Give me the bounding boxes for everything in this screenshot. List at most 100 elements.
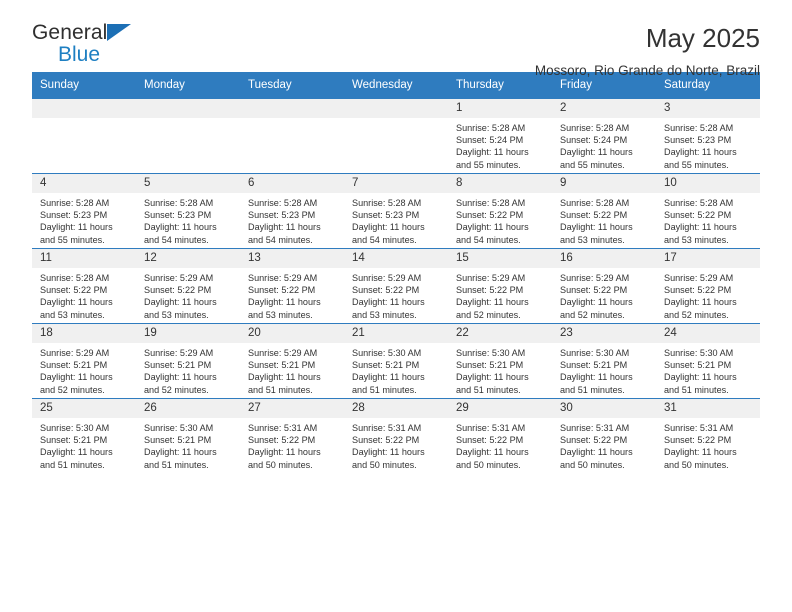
sunrise-text: Sunrise: 5:31 AM	[456, 423, 526, 433]
day-number: 1	[448, 99, 552, 118]
calendar-day-cell[interactable]: 6 Sunrise: 5:28 AM Sunset: 5:23 PM Daylight…	[240, 173, 344, 249]
daylight-text-line2: and 50 minutes.	[664, 459, 729, 470]
day-number: 10	[656, 174, 760, 193]
calendar-day-cell[interactable]: 30 Sunrise: 5:31 AM Sunset: 5:22 PM Dayligh…	[552, 398, 656, 474]
daylight-text-line2: and 55 minutes.	[456, 159, 521, 170]
calendar-day-cell[interactable]: 3 Sunrise: 5:28 AM Sunset: 5:23 PM Daylight…	[656, 98, 760, 174]
calendar-day-cell[interactable]: 20 Sunrise: 5:29 AM Sunset: 5:21 PM Dayligh…	[240, 323, 344, 399]
daylight-text-line1: Daylight: 11 hours	[456, 447, 529, 458]
calendar-day-cell[interactable]: 31 Sunrise: 5:31 AM Sunset: 5:22 PM Dayligh…	[656, 398, 760, 474]
day-details: Sunrise: 5:28 AM Sunset: 5:23 PM Daylight:…	[240, 193, 344, 246]
day-number: 2	[552, 99, 656, 118]
sunrise-text: Sunrise: 5:28 AM	[560, 123, 630, 133]
weekday-header-sunday: Sunday	[32, 72, 136, 99]
daylight-text-line1: Daylight: 11 hours	[560, 297, 633, 308]
calendar-day-cell[interactable]: 7 Sunrise: 5:28 AM Sunset: 5:23 PM Daylight…	[344, 173, 448, 249]
sunset-text: Sunset: 5:22 PM	[40, 285, 108, 296]
calendar-day-cell[interactable]: 28 Sunrise: 5:31 AM Sunset: 5:22 PM Dayligh…	[344, 398, 448, 474]
sunrise-text: Sunrise: 5:29 AM	[456, 273, 526, 283]
daylight-text-line1: Daylight: 11 hours	[456, 222, 529, 233]
calendar-day-cell[interactable]: 22 Sunrise: 5:30 AM Sunset: 5:21 PM Dayligh…	[448, 323, 552, 399]
sunset-text: Sunset: 5:22 PM	[664, 285, 732, 296]
daylight-text-line2: and 51 minutes.	[456, 384, 521, 395]
calendar-week-row: 4 Sunrise: 5:28 AM Sunset: 5:23 PM Daylight…	[32, 173, 760, 249]
daylight-text-line2: and 51 minutes.	[352, 384, 417, 395]
day-number: 16	[552, 249, 656, 268]
calendar-day-cell[interactable]: 26 Sunrise: 5:30 AM Sunset: 5:21 PM Dayligh…	[136, 398, 240, 474]
sunset-text: Sunset: 5:23 PM	[248, 210, 316, 221]
day-number: 7	[344, 174, 448, 193]
calendar-day-cell[interactable]: 13 Sunrise: 5:29 AM Sunset: 5:22 PM Dayligh…	[240, 248, 344, 324]
calendar-day-cell[interactable]: 29 Sunrise: 5:31 AM Sunset: 5:22 PM Dayligh…	[448, 398, 552, 474]
sunset-text: Sunset: 5:21 PM	[40, 360, 108, 371]
daylight-text-line1: Daylight: 11 hours	[248, 372, 321, 383]
day-number: 18	[32, 324, 136, 343]
calendar-day-cell[interactable]: 17 Sunrise: 5:29 AM Sunset: 5:22 PM Dayligh…	[656, 248, 760, 324]
day-details: Sunrise: 5:31 AM Sunset: 5:22 PM Daylight:…	[344, 418, 448, 471]
calendar-day-cell[interactable]: 8 Sunrise: 5:28 AM Sunset: 5:22 PM Daylight…	[448, 173, 552, 249]
calendar-day-cell[interactable]: 16 Sunrise: 5:29 AM Sunset: 5:22 PM Dayligh…	[552, 248, 656, 324]
sunset-text: Sunset: 5:22 PM	[560, 285, 628, 296]
sunrise-text: Sunrise: 5:31 AM	[664, 423, 734, 433]
daylight-text-line2: and 51 minutes.	[560, 384, 625, 395]
calendar-day-cell[interactable]: 5 Sunrise: 5:28 AM Sunset: 5:23 PM Daylight…	[136, 173, 240, 249]
brand-logo[interactable]: General Blue	[32, 22, 152, 68]
calendar-day-cell[interactable]: 4 Sunrise: 5:28 AM Sunset: 5:23 PM Daylight…	[32, 173, 136, 249]
daylight-text-line2: and 55 minutes.	[40, 234, 105, 245]
day-number: 23	[552, 324, 656, 343]
sunset-text: Sunset: 5:21 PM	[144, 360, 212, 371]
calendar-day-cell[interactable]: 12 Sunrise: 5:29 AM Sunset: 5:22 PM Dayligh…	[136, 248, 240, 324]
daylight-text-line2: and 55 minutes.	[664, 159, 729, 170]
calendar-day-cell[interactable]: 24 Sunrise: 5:30 AM Sunset: 5:21 PM Dayligh…	[656, 323, 760, 399]
sunrise-text: Sunrise: 5:30 AM	[456, 348, 526, 358]
calendar-day-cell[interactable]: 15 Sunrise: 5:29 AM Sunset: 5:22 PM Dayligh…	[448, 248, 552, 324]
calendar-day-cell[interactable]: 25 Sunrise: 5:30 AM Sunset: 5:21 PM Dayligh…	[32, 398, 136, 474]
day-number: 21	[344, 324, 448, 343]
calendar-day-cell[interactable]: 19 Sunrise: 5:29 AM Sunset: 5:21 PM Dayligh…	[136, 323, 240, 399]
sunrise-text: Sunrise: 5:30 AM	[560, 348, 630, 358]
sunrise-text: Sunrise: 5:28 AM	[560, 198, 630, 208]
title-block: May 2025 Mossoro, Rio Grande do Norte, B…	[535, 22, 760, 78]
calendar-day-cell[interactable]: 18 Sunrise: 5:29 AM Sunset: 5:21 PM Dayligh…	[32, 323, 136, 399]
daylight-text-line1: Daylight: 11 hours	[456, 297, 529, 308]
calendar-day-cell[interactable]: 2 Sunrise: 5:28 AM Sunset: 5:24 PM Daylight…	[552, 98, 656, 174]
day-number: 9	[552, 174, 656, 193]
day-number: 28	[344, 399, 448, 418]
day-number: 6	[240, 174, 344, 193]
daylight-text-line1: Daylight: 11 hours	[560, 447, 633, 458]
day-number	[136, 99, 240, 118]
daylight-text-line1: Daylight: 11 hours	[144, 297, 217, 308]
daylight-text-line1: Daylight: 11 hours	[248, 297, 321, 308]
day-details: Sunrise: 5:29 AM Sunset: 5:22 PM Daylight:…	[552, 268, 656, 321]
calendar-day-cell[interactable]: 9 Sunrise: 5:28 AM Sunset: 5:22 PM Daylight…	[552, 173, 656, 249]
calendar-day-cell[interactable]: 10 Sunrise: 5:28 AM Sunset: 5:22 PM Dayligh…	[656, 173, 760, 249]
sunset-text: Sunset: 5:21 PM	[664, 360, 732, 371]
sunset-text: Sunset: 5:22 PM	[560, 435, 628, 446]
calendar-day-cell[interactable]: 21 Sunrise: 5:30 AM Sunset: 5:21 PM Dayligh…	[344, 323, 448, 399]
day-number: 13	[240, 249, 344, 268]
daylight-text-line1: Daylight: 11 hours	[664, 222, 737, 233]
day-number: 31	[656, 399, 760, 418]
brand-name-blue: Blue	[58, 43, 101, 66]
calendar-day-cell[interactable]: 14 Sunrise: 5:29 AM Sunset: 5:22 PM Dayligh…	[344, 248, 448, 324]
calendar-day-cell[interactable]: 1 Sunrise: 5:28 AM Sunset: 5:24 PM Daylight…	[448, 98, 552, 174]
daylight-text-line1: Daylight: 11 hours	[560, 222, 633, 233]
day-number	[344, 99, 448, 118]
daylight-text-line2: and 53 minutes.	[352, 309, 417, 320]
day-details: Sunrise: 5:29 AM Sunset: 5:21 PM Daylight:…	[32, 343, 136, 396]
calendar-day-cell-empty	[136, 98, 240, 174]
sunrise-text: Sunrise: 5:28 AM	[40, 198, 110, 208]
day-number	[32, 99, 136, 118]
calendar-day-cell-empty	[240, 98, 344, 174]
calendar-day-cell[interactable]: 23 Sunrise: 5:30 AM Sunset: 5:21 PM Dayligh…	[552, 323, 656, 399]
page-subtitle: Mossoro, Rio Grande do Norte, Brazil	[534, 62, 760, 78]
daylight-text-line1: Daylight: 11 hours	[352, 447, 425, 458]
day-details: Sunrise: 5:31 AM Sunset: 5:22 PM Daylight:…	[656, 418, 760, 471]
day-details: Sunrise: 5:28 AM Sunset: 5:22 PM Daylight:…	[656, 193, 760, 246]
day-details: Sunrise: 5:28 AM Sunset: 5:24 PM Daylight:…	[552, 118, 656, 171]
daylight-text-line2: and 51 minutes.	[144, 459, 209, 470]
sunrise-text: Sunrise: 5:28 AM	[248, 198, 318, 208]
calendar-day-cell[interactable]: 27 Sunrise: 5:31 AM Sunset: 5:22 PM Dayligh…	[240, 398, 344, 474]
day-details: Sunrise: 5:29 AM Sunset: 5:22 PM Daylight:…	[656, 268, 760, 321]
calendar-day-cell[interactable]: 11 Sunrise: 5:28 AM Sunset: 5:22 PM Dayligh…	[32, 248, 136, 324]
